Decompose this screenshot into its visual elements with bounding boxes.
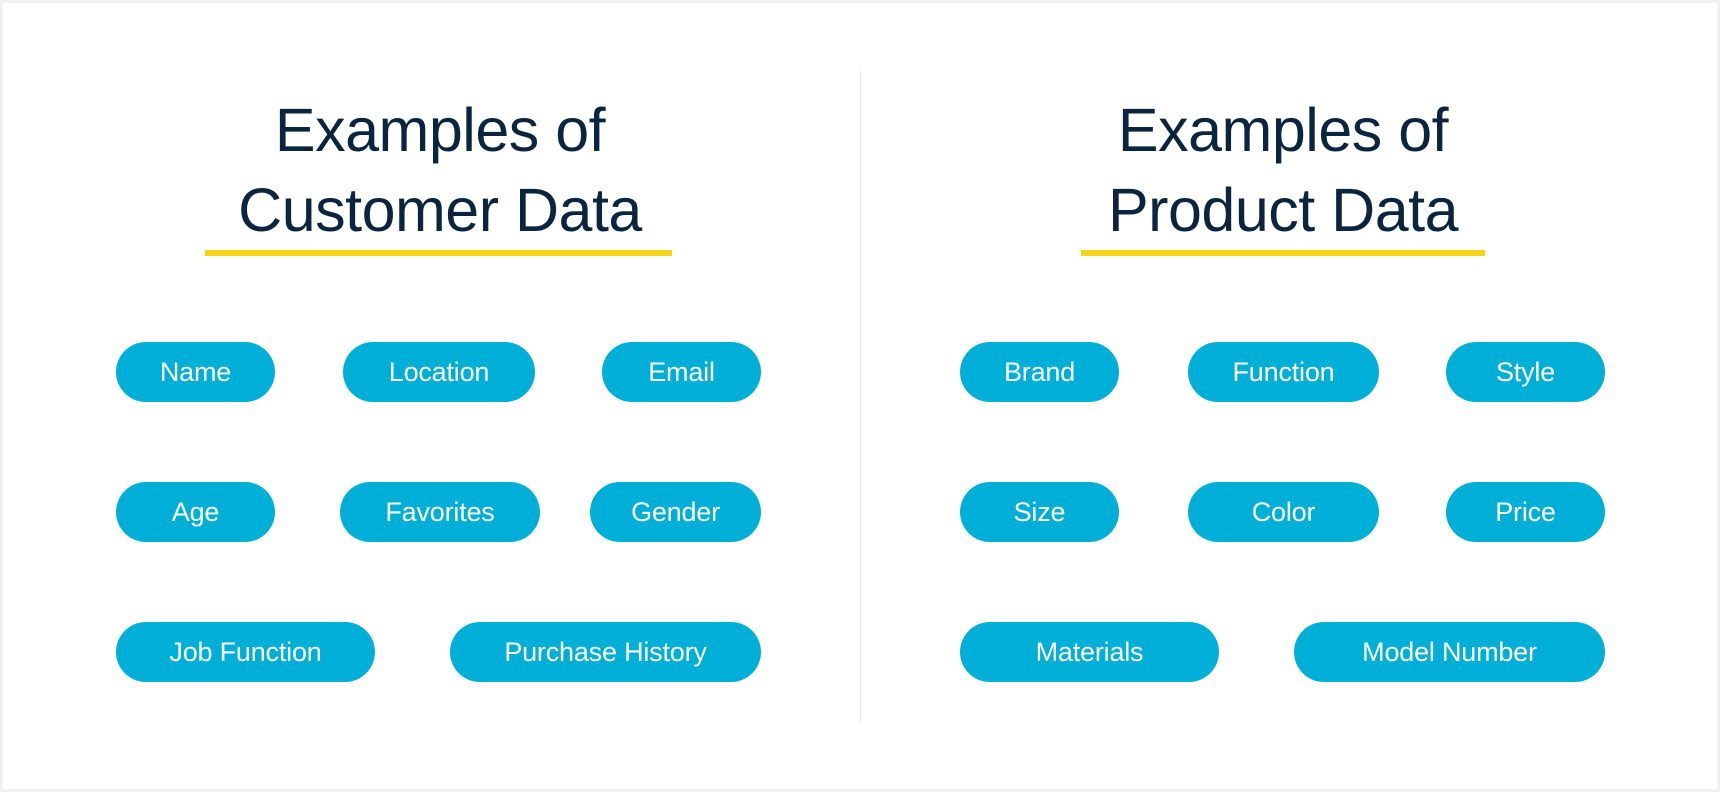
product-tag-model-number: Model Number [1294,622,1605,682]
customer-title-line2: Customer Data [238,176,642,244]
panel-divider [860,71,861,722]
product-tag-color: Color [1188,482,1379,542]
customer-title: Examples of Customer Data [140,90,740,250]
customer-tag-location: Location [343,342,535,402]
customer-tag-email: Email [602,342,761,402]
product-title: Examples of Product Data [983,90,1583,250]
product-tag-style: Style [1446,342,1605,402]
product-title-underline [1081,250,1485,256]
customer-tag-gender: Gender [590,482,761,542]
customer-tag-favorites: Favorites [340,482,540,542]
product-tag-price: Price [1446,482,1605,542]
product-tag-size: Size [960,482,1119,542]
product-tag-brand: Brand [960,342,1119,402]
customer-title-line1: Examples of [274,96,606,164]
customer-tag-purchase-history: Purchase History [450,622,761,682]
product-tag-function: Function [1188,342,1379,402]
product-title-line1: Examples of [1117,96,1449,164]
customer-tag-name: Name [116,342,275,402]
customer-tag-age: Age [116,482,275,542]
customer-title-underline [205,250,672,256]
product-title-line2: Product Data [1107,176,1459,244]
customer-tag-job-function: Job Function [116,622,375,682]
product-tag-materials: Materials [960,622,1219,682]
